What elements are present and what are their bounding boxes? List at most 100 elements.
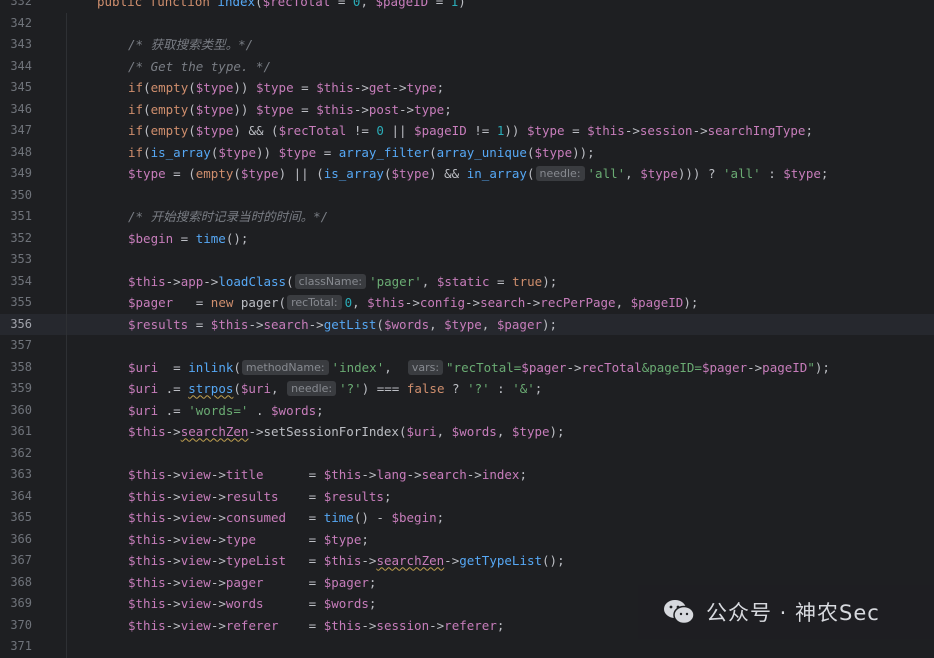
code-line[interactable]: 352 $begin = time(); <box>0 227 934 250</box>
indent-guide <box>66 614 67 637</box>
code-token: loadClass <box>218 273 287 289</box>
code-token: , <box>352 295 368 311</box>
code-text: $begin = time(); <box>128 228 248 250</box>
code-token: $this <box>323 467 362 483</box>
code-line[interactable]: 366 $this->view->type = $type; <box>0 528 934 551</box>
code-token: -> <box>466 467 482 483</box>
code-token: $type <box>526 123 565 139</box>
code-editor[interactable]: 332 public function index($recTotal = 0, … <box>0 0 934 658</box>
line-number: 357 <box>10 338 32 353</box>
code-token: $results <box>128 316 189 332</box>
code-line[interactable]: 350 <box>0 184 934 207</box>
code-line[interactable]: 371 <box>0 636 934 658</box>
code-token: $recTotal <box>278 123 347 139</box>
indent-guide <box>66 335 67 357</box>
code-token: if <box>128 101 144 117</box>
code-token: ) === <box>361 381 407 397</box>
code-token: -> <box>624 123 640 139</box>
code-token: $results <box>323 488 384 504</box>
code-line[interactable]: 358 $uri = inlink(methodName:'index', var… <box>0 356 934 379</box>
code-line[interactable]: 353 <box>0 249 934 271</box>
code-token: -> <box>210 553 226 569</box>
code-line[interactable]: 362 <box>0 442 934 465</box>
code-token: ( <box>188 123 196 139</box>
code-token: = ( <box>165 166 196 182</box>
code-token: view <box>180 596 211 612</box>
code-token: $pageID <box>630 295 684 311</box>
code-token: type <box>406 80 437 96</box>
line-number: 353 <box>10 252 32 267</box>
code-token: )) <box>233 80 256 96</box>
line-number: 342 <box>10 15 32 30</box>
code-line[interactable]: 346 if(empty($type)) $type = $this->post-… <box>0 98 934 121</box>
code-token: = <box>263 596 324 612</box>
code-token: $static <box>436 273 490 289</box>
code-line[interactable]: 332 public function index($recTotal = 0, … <box>0 0 934 13</box>
indent-guide <box>66 12 67 35</box>
code-token: -> <box>399 101 415 117</box>
code-token: -> <box>353 80 369 96</box>
code-line[interactable]: 363 $this->view->title = $this->lang->sea… <box>0 464 934 486</box>
code-text: /* 获取搜索类型。*/ <box>128 34 253 56</box>
code-line[interactable]: 351 /* 开始搜索时记录当时的时间。*/ <box>0 206 934 228</box>
code-token: -> <box>692 123 708 139</box>
code-token: . <box>248 402 272 418</box>
code-line[interactable]: 342 <box>0 12 934 35</box>
code-line[interactable]: 354 $this->app->loadClass(className:'page… <box>0 270 934 293</box>
code-line[interactable]: 365 $this->view->consumed = time() - $beg… <box>0 507 934 529</box>
code-line[interactable]: 360 $uri .= 'words=' . $words; <box>0 399 934 422</box>
code-line[interactable]: 347 if(empty($type) && ($recTotal != 0 ||… <box>0 120 934 142</box>
code-token: ( <box>376 316 384 332</box>
code-line[interactable]: 359 $uri .= strpos($uri, needle: '?') === … <box>0 378 934 400</box>
code-token: search <box>263 316 309 332</box>
parameter-hint: needle: <box>287 381 337 397</box>
code-token: true <box>512 273 543 289</box>
indent-guide <box>66 421 67 443</box>
code-line[interactable]: 355 $pager = new pager(recTotal: 0, $this-… <box>0 292 934 314</box>
code-token: ; <box>820 166 829 182</box>
code-token: -> <box>465 295 481 311</box>
code-token: ( <box>143 123 151 139</box>
code-token: $type <box>195 80 234 96</box>
line-number: 356 <box>10 316 32 331</box>
code-token: $type <box>128 166 166 182</box>
code-line[interactable]: 344 /* Get the type. */ <box>0 55 934 78</box>
code-token: $uri <box>128 381 159 397</box>
code-token: ; <box>368 596 377 612</box>
code-token: -> <box>210 617 226 633</box>
code-token: "recTotal= <box>446 359 522 375</box>
code-line[interactable]: 357 <box>0 335 934 357</box>
code-line[interactable]: 349 $type = (empty($type) || (is_array($t… <box>0 163 934 185</box>
code-line[interactable]: 345 if(empty($type)) $type = $this->get->… <box>0 77 934 99</box>
code-token: new <box>210 295 241 311</box>
code-token: = <box>188 316 211 332</box>
code-token: -> <box>429 617 445 633</box>
code-token: : <box>489 381 513 397</box>
line-number: 359 <box>10 381 32 396</box>
code-token: $words <box>383 316 430 332</box>
code-token: searchZen <box>376 553 445 569</box>
line-number: 344 <box>10 58 32 73</box>
code-token: recTotal <box>581 359 642 375</box>
code-line[interactable]: 361 $this->searchZen->setSessionForIndex(… <box>0 421 934 443</box>
code-line[interactable]: 348 if(is_array($type)) $type = array_fil… <box>0 141 934 164</box>
code-line[interactable]: 356 $results = $this->search->getList($wo… <box>0 313 934 336</box>
code-token: ) && ( <box>233 123 279 139</box>
code-token: , <box>436 424 452 440</box>
code-token: $this <box>128 467 166 483</box>
code-token: = <box>263 574 324 590</box>
code-token: '&' <box>512 381 535 397</box>
code-line[interactable]: 367 $this->view->typeList = $this->search… <box>0 550 934 572</box>
code-token: empty <box>150 101 189 117</box>
code-token: empty <box>150 123 189 139</box>
code-token: time <box>323 510 354 526</box>
code-token: type <box>414 101 445 117</box>
code-line[interactable]: 343 /* 获取搜索类型。*/ <box>0 34 934 56</box>
code-token: 'all' <box>723 166 761 182</box>
line-number: 360 <box>10 402 32 417</box>
code-token: " <box>807 359 815 375</box>
indent-guide <box>66 442 67 465</box>
code-line[interactable]: 364 $this->view->results = $results; <box>0 485 934 508</box>
code-token: view <box>180 510 211 526</box>
code-token: = <box>564 123 588 139</box>
